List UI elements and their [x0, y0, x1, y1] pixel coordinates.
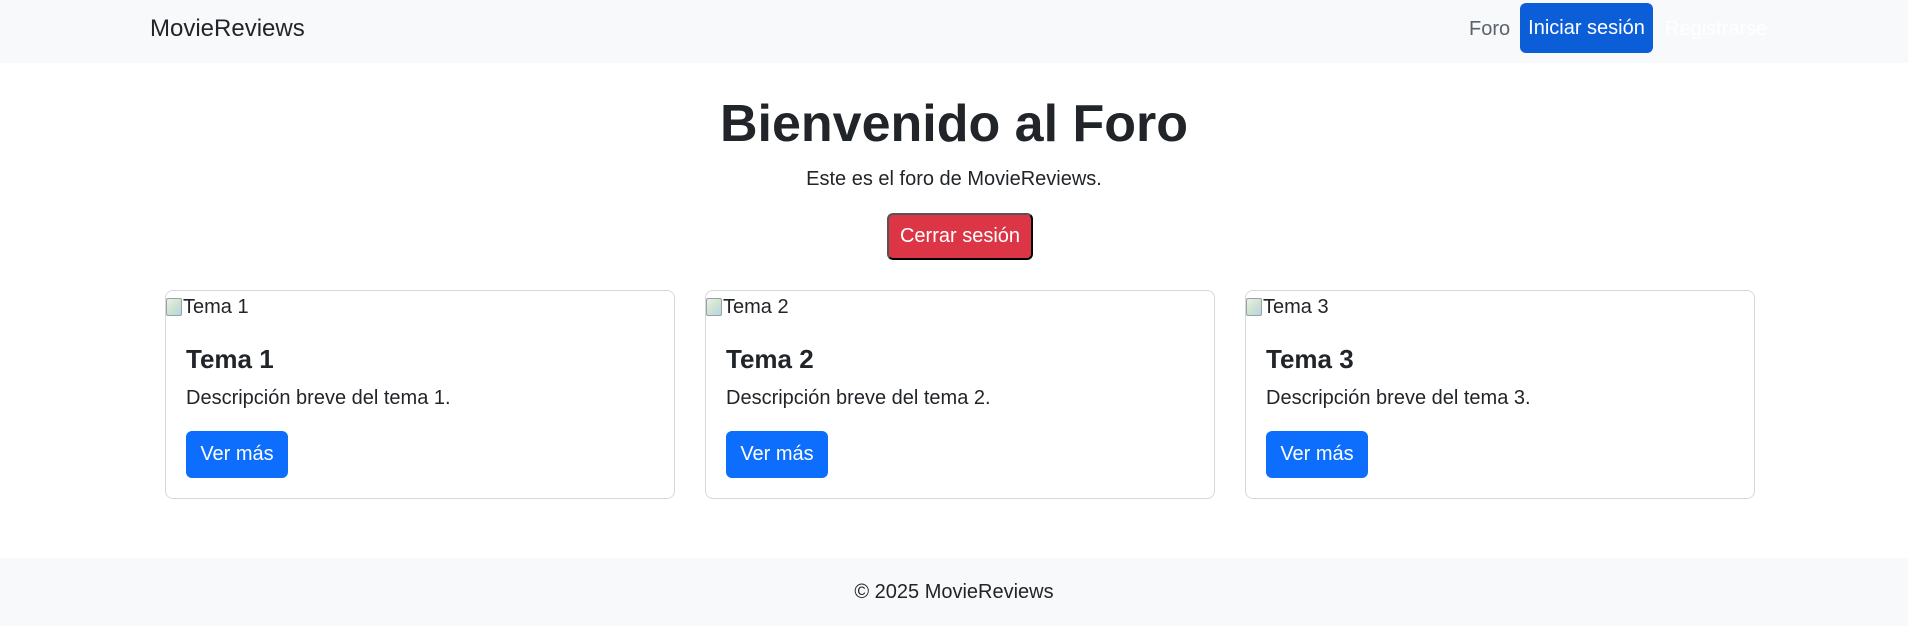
- topic-card: Tema 3 Tema 3 Descripción breve del tema…: [1245, 290, 1755, 499]
- card-image: Tema 3: [1246, 293, 1329, 321]
- broken-image-icon: [166, 298, 182, 316]
- broken-image-icon: [1246, 298, 1262, 316]
- card-image-alt: Tema 3: [1263, 296, 1329, 318]
- ver-mas-button[interactable]: Ver más: [726, 431, 828, 478]
- nav-link-register[interactable]: Registrarse: [1665, 17, 1767, 41]
- card-image-alt: Tema 1: [183, 296, 249, 318]
- topic-card: Tema 1 Tema 1 Descripción breve del tema…: [165, 290, 675, 499]
- card-image-alt: Tema 2: [723, 296, 789, 318]
- page-subtitle: Este es el foro de MovieReviews.: [806, 168, 1102, 190]
- card-text: Descripción breve del tema 1.: [186, 387, 451, 409]
- card-title: Tema 3: [1266, 344, 1354, 374]
- card-image: Tema 1: [166, 293, 249, 321]
- broken-image-icon: [706, 298, 722, 316]
- page-title: Bienvenido al Foro: [719, 95, 1189, 153]
- nav-login-button[interactable]: Iniciar sesión: [1520, 3, 1653, 53]
- card-title: Tema 2: [726, 344, 814, 374]
- card-image: Tema 2: [706, 293, 789, 321]
- nav-link-foro[interactable]: Foro: [1469, 17, 1510, 41]
- ver-mas-button[interactable]: Ver más: [1266, 431, 1368, 478]
- card-text: Descripción breve del tema 3.: [1266, 387, 1531, 409]
- footer-text: © 2025 MovieReviews: [854, 581, 1054, 603]
- brand-link[interactable]: MovieReviews: [150, 13, 305, 45]
- logout-button[interactable]: Cerrar sesión: [887, 213, 1033, 260]
- card-title: Tema 1: [186, 344, 274, 374]
- footer: © 2025 MovieReviews: [0, 558, 1908, 626]
- ver-mas-button[interactable]: Ver más: [186, 431, 288, 478]
- top-navbar: MovieReviews Foro Iniciar sesión Registr…: [0, 0, 1908, 63]
- card-text: Descripción breve del tema 2.: [726, 387, 991, 409]
- topic-card: Tema 2 Tema 2 Descripción breve del tema…: [705, 290, 1215, 499]
